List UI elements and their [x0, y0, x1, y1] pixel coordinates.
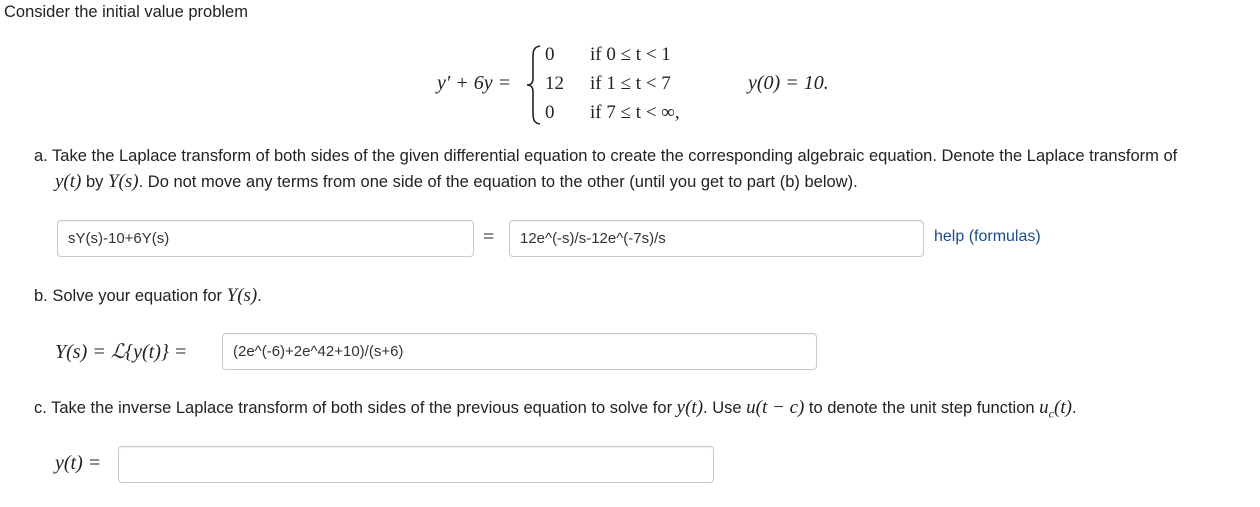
part-a-rhs-input[interactable]	[509, 220, 924, 257]
part-c-answer-input[interactable]	[118, 446, 714, 483]
part-a-rest: . Do not move any terms from one side of…	[138, 173, 858, 191]
part-b-prompt: b. Solve your equation for Y(s).	[34, 285, 262, 307]
part-c-prompt-pre: c. Take the inverse Laplace transform of…	[34, 399, 677, 417]
case-value-3: 0	[545, 102, 555, 123]
part-c-prompt-mid2: to denote the unit step function	[804, 399, 1040, 417]
part-b-prompt-pre: b. Solve your equation for	[34, 287, 227, 305]
part-b-Ys: Y(s)	[226, 285, 258, 306]
part-c-uc: u	[1039, 397, 1049, 418]
initial-condition: y(0) = 10.	[748, 72, 829, 94]
equation-lhs: y′ + 6y =	[437, 72, 512, 94]
part-b-prompt-post: .	[257, 287, 262, 305]
part-c-uc-arg: (t)	[1054, 397, 1072, 418]
part-a-by: by	[81, 173, 108, 191]
part-a-equals: =	[483, 226, 495, 248]
case-value-2: 12	[545, 73, 564, 94]
part-c-prompt-mid: . Use	[703, 399, 747, 417]
part-a-yt: y(t)	[55, 171, 82, 192]
help-formulas-link[interactable]: help (formulas)	[934, 228, 1041, 246]
part-a-prompt-line1: a. Take the Laplace transform of both si…	[34, 147, 1178, 165]
part-c-u: u(t − c)	[746, 397, 805, 418]
left-brace	[526, 45, 541, 125]
intro-text: Consider the initial value problem	[4, 3, 248, 21]
part-c-prompt: c. Take the inverse Laplace transform of…	[34, 397, 1077, 421]
part-c-yt: y(t)	[676, 397, 704, 418]
part-a-lhs-input[interactable]	[57, 220, 474, 257]
case-condition-3: if 7 ≤ t < ∞,	[590, 102, 680, 123]
case-condition-1: if 0 ≤ t < 1	[590, 44, 671, 65]
part-a-Ys: Y(s)	[107, 171, 139, 192]
part-a-prompt-line2: y(t) by Y(s). Do not move any terms from…	[55, 171, 858, 193]
part-c-prompt-post: .	[1071, 399, 1077, 417]
case-value-1: 0	[545, 44, 555, 65]
part-c-label: y(t) =	[55, 452, 102, 474]
part-b-label: Y(s) = ℒ{y(t)} =	[55, 341, 188, 363]
part-b-answer-input[interactable]	[222, 333, 817, 370]
case-condition-2: if 1 ≤ t < 7	[590, 73, 671, 94]
